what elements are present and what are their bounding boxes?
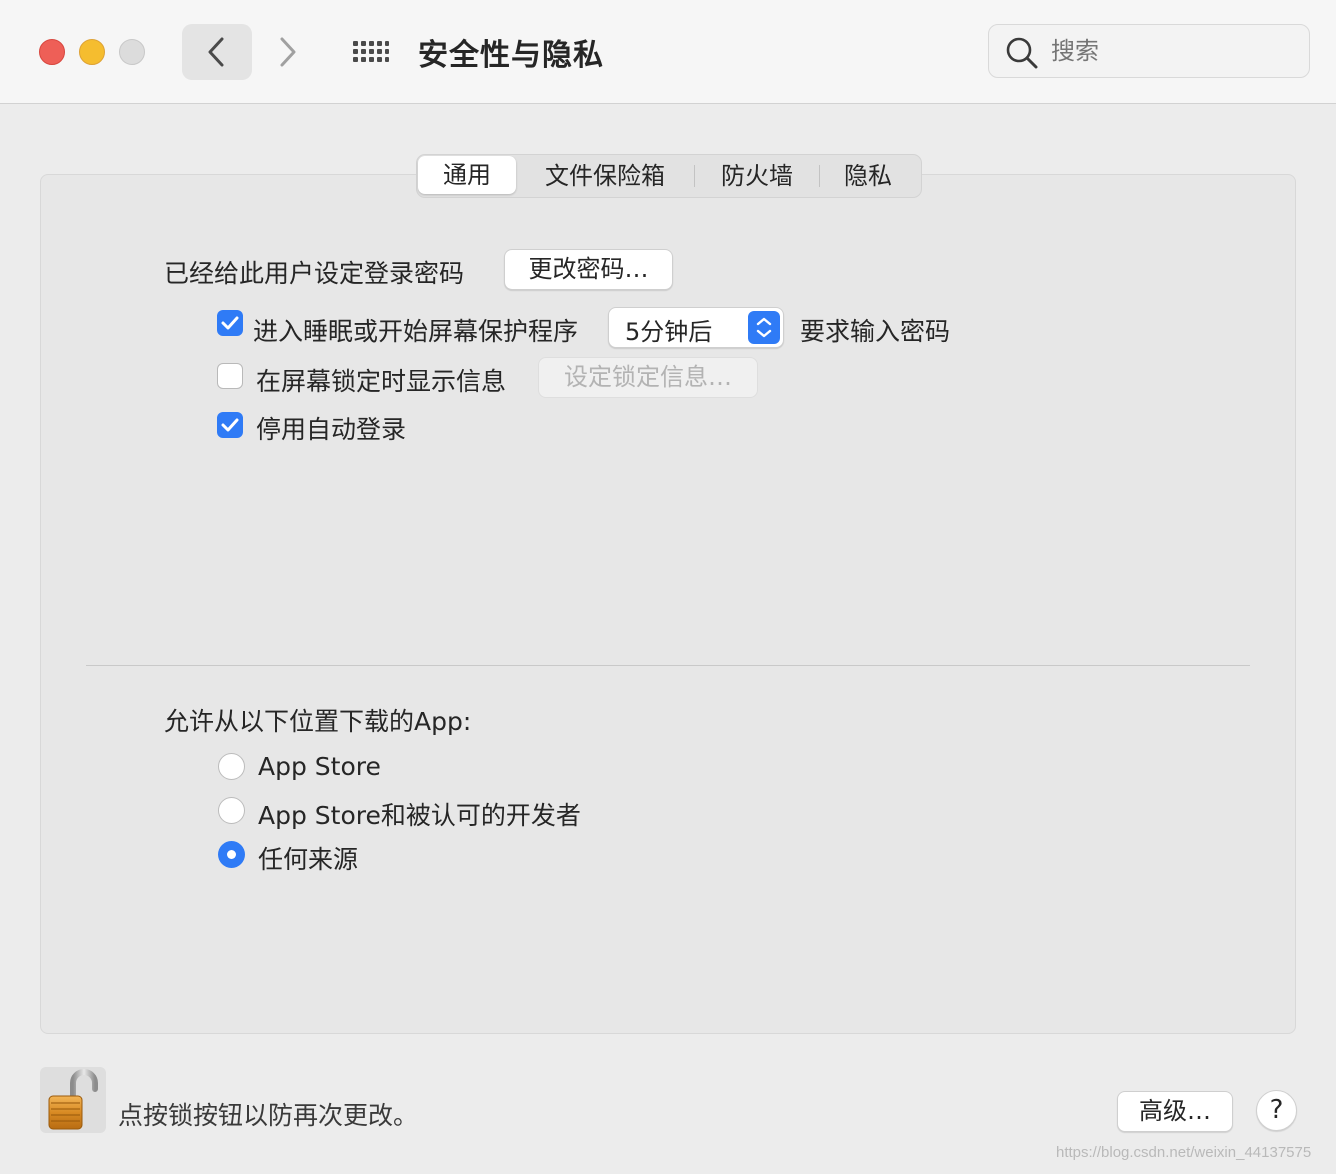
section-divider (86, 665, 1250, 666)
search-input[interactable] (1051, 37, 1291, 65)
stepper-arrows-icon (748, 311, 780, 344)
tab-separator (819, 165, 820, 187)
app-downloads-heading: 允许从以下位置下载的App: (164, 707, 472, 736)
radio-anywhere-label[interactable]: 任何来源 (258, 840, 358, 876)
tab-separator (694, 165, 695, 187)
checkmark-icon (221, 316, 239, 330)
checkmark-icon (221, 418, 239, 432)
window-title: 安全性与隐私 (418, 38, 604, 73)
forward-button[interactable] (262, 24, 314, 80)
tab-filevault[interactable]: 文件保险箱 (529, 155, 681, 197)
tab-firewall[interactable]: 防火墙 (707, 155, 807, 197)
change-password-button[interactable]: 更改密码… (504, 249, 673, 290)
require-password-label: 进入睡眠或开始屏幕保护程序 (253, 317, 579, 346)
back-button[interactable] (182, 24, 252, 80)
chevron-left-icon (208, 37, 224, 67)
unlocked-padlock-icon (48, 1069, 98, 1130)
tab-privacy[interactable]: 隐私 (831, 155, 905, 197)
minimize-window-button[interactable] (79, 39, 105, 65)
advanced-button[interactable]: 高级… (1117, 1091, 1233, 1132)
lock-button[interactable] (40, 1067, 106, 1133)
lock-hint-text: 点按锁按钮以防再次更改。 (118, 1101, 419, 1130)
watermark: https://blog.csdn.net/weixin_44137575 (1056, 1144, 1312, 1161)
search-field[interactable] (988, 24, 1310, 78)
tab-bar: 通用 文件保险箱 防火墙 隐私 (416, 154, 922, 198)
zoom-window-button[interactable] (119, 39, 145, 65)
require-password-checkbox[interactable] (217, 310, 243, 336)
radio-app-store-identified[interactable] (218, 797, 245, 824)
radio-anywhere[interactable] (218, 841, 245, 868)
show-message-checkbox[interactable] (217, 363, 243, 389)
disable-autologin-label: 停用自动登录 (256, 415, 407, 444)
help-button[interactable]: ? (1256, 1090, 1297, 1131)
settings-panel (40, 174, 1296, 1034)
search-icon (1006, 37, 1038, 69)
show-message-label: 在屏幕锁定时显示信息 (256, 367, 507, 396)
password-delay-value: 5分钟后 (625, 318, 713, 346)
close-window-button[interactable] (39, 39, 65, 65)
show-all-grid-icon[interactable] (350, 38, 390, 66)
radio-app-store-identified-label[interactable]: App Store和被认可的开发者 (258, 796, 581, 832)
password-set-label: 已经给此用户设定登录密码 (164, 259, 465, 288)
radio-app-store-label[interactable]: App Store (258, 752, 381, 781)
password-delay-select[interactable]: 5分钟后 (608, 307, 784, 348)
disable-autologin-checkbox[interactable] (217, 412, 243, 438)
require-password-suffix: 要求输入密码 (800, 317, 951, 346)
set-lock-message-button: 设定锁定信息… (538, 357, 758, 398)
title-bar: 安全性与隐私 (0, 0, 1336, 104)
tab-general[interactable]: 通用 (418, 156, 516, 194)
chevron-right-icon (280, 37, 296, 67)
radio-app-store[interactable] (218, 753, 245, 780)
